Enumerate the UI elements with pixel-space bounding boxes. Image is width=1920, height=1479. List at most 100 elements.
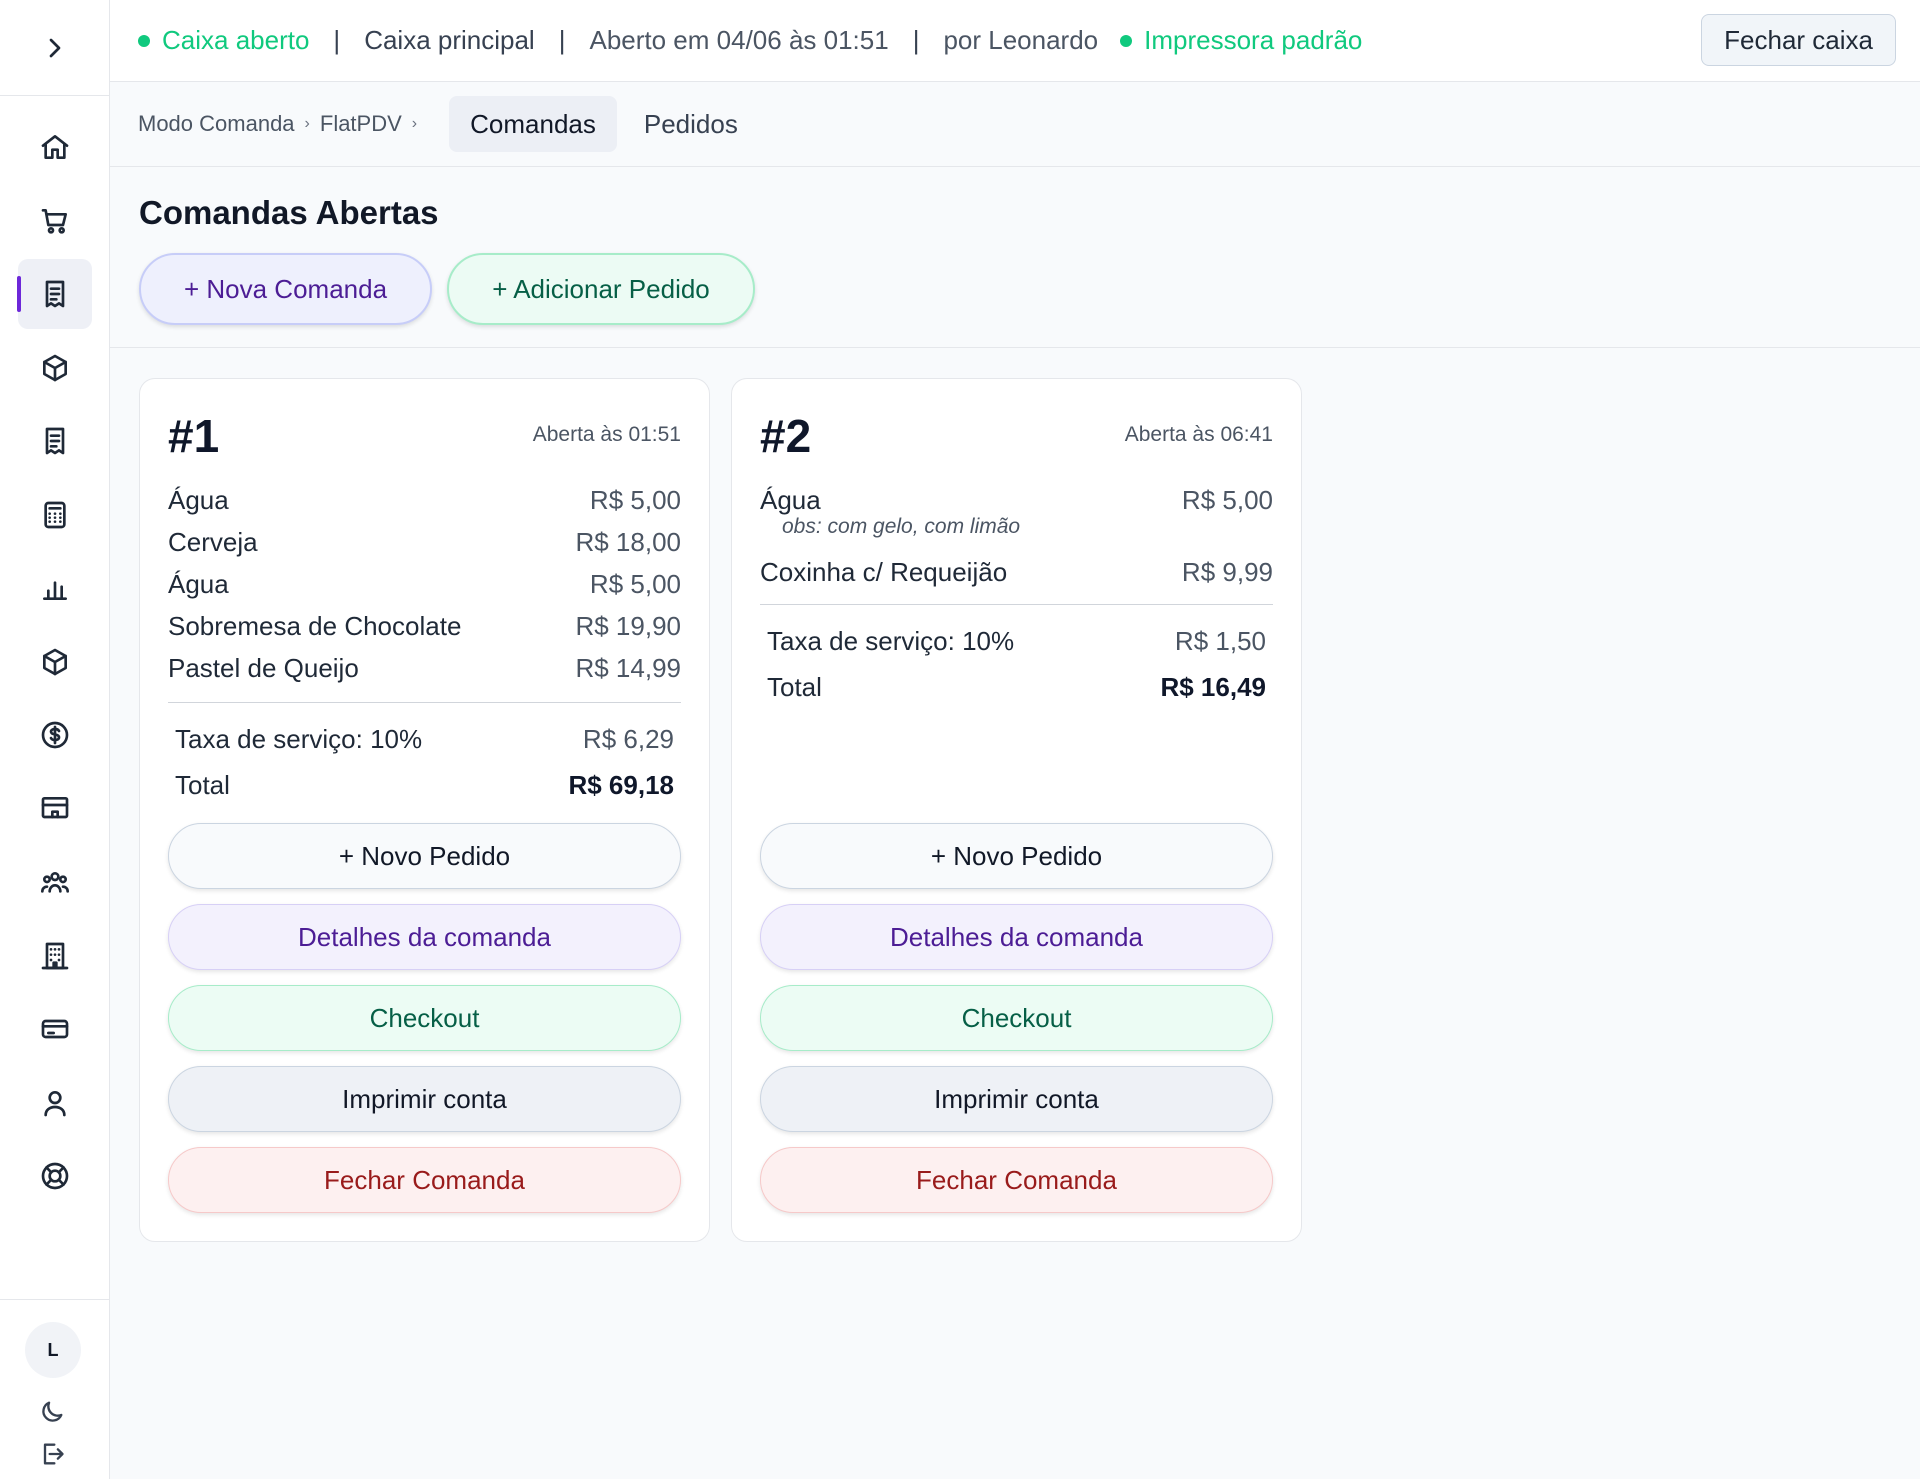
add-order-button[interactable]: + Adicionar Pedido bbox=[447, 253, 755, 325]
item-price: R$ 5,00 bbox=[589, 568, 681, 599]
list-item: Água R$ 5,00 bbox=[168, 479, 681, 521]
cash-status-bar: Caixa aberto | Caixa principal | Aberto … bbox=[110, 0, 1920, 82]
cash-status: Caixa aberto bbox=[138, 25, 309, 56]
page-title: Comandas Abertas bbox=[139, 194, 439, 231]
service-fee-row: Taxa de serviço: 10% R$ 1,50 bbox=[767, 626, 1266, 657]
print-bill-button[interactable]: Imprimir conta bbox=[168, 1066, 681, 1132]
store-icon bbox=[41, 796, 68, 818]
box-icon bbox=[42, 648, 67, 675]
order-tab-number: #1 bbox=[168, 410, 220, 462]
item-name: Água bbox=[760, 484, 821, 515]
logout-button[interactable] bbox=[38, 1440, 66, 1468]
lifebuoy-icon bbox=[41, 1162, 68, 1190]
tab-pedidos[interactable]: Pedidos bbox=[623, 96, 759, 152]
sidebar-item-comandas[interactable] bbox=[16, 259, 92, 329]
dollar-circle-icon bbox=[41, 721, 68, 749]
printer-status-label: Impressora padrão bbox=[1144, 25, 1363, 55]
total-value: R$ 16,49 bbox=[1160, 672, 1266, 702]
service-fee-row: Taxa de serviço: 10% R$ 6,29 bbox=[175, 724, 674, 755]
sidebar-item-company[interactable] bbox=[18, 921, 92, 991]
sidebar-footer: L bbox=[0, 1299, 109, 1479]
item-name: Coxinha c/ Requeijão bbox=[760, 556, 1008, 587]
tab-comandas[interactable]: Comandas bbox=[449, 96, 617, 152]
opened-at: Aberto em 04/06 às 01:51 bbox=[589, 25, 889, 55]
sidebar-item-finance[interactable] bbox=[18, 700, 92, 770]
total-value: R$ 69,18 bbox=[568, 770, 674, 800]
order-tab-card: #1 Aberta às 01:51 Água R$ 5,00 Cerveja … bbox=[139, 378, 710, 1242]
avatar[interactable]: L bbox=[25, 1322, 81, 1378]
sidebar-item-calculator[interactable] bbox=[18, 480, 92, 550]
separator: | bbox=[333, 25, 341, 55]
breadcrumb: Modo Comanda › FlatPDV › bbox=[138, 111, 427, 137]
new-item-button[interactable]: + Novo Pedido bbox=[168, 823, 681, 889]
checkout-button[interactable]: Checkout bbox=[168, 985, 681, 1051]
order-items-list: Água R$ 5,00 Cerveja R$ 18,00 Água R$ 5,… bbox=[168, 479, 681, 689]
sidebar-nav bbox=[0, 110, 109, 1211]
item-note: obs: com gelo, com limão bbox=[782, 515, 1021, 538]
order-tab-details-button[interactable]: Detalhes da comanda bbox=[760, 904, 1273, 970]
item-name: Cerveja bbox=[168, 526, 258, 557]
calculator-icon bbox=[43, 501, 66, 528]
separator: | bbox=[558, 25, 566, 55]
page-header: Comandas Abertas + Nova Comanda + Adicio… bbox=[110, 168, 1920, 348]
sidebar-item-support[interactable] bbox=[18, 1141, 92, 1211]
sidebar-item-profile[interactable] bbox=[18, 1068, 92, 1138]
separator: | bbox=[912, 25, 920, 55]
users-icon bbox=[40, 872, 69, 893]
breadcrumb-item[interactable]: Modo Comanda bbox=[138, 111, 295, 137]
new-order-tab-button[interactable]: + Nova Comanda bbox=[139, 253, 432, 325]
sidebar-item-cart[interactable] bbox=[18, 186, 92, 256]
order-items-list: Água R$ 5,00 obs: com gelo, com limão Co… bbox=[760, 479, 1273, 593]
sidebar-item-products[interactable] bbox=[18, 333, 92, 403]
sidebar-item-payments[interactable] bbox=[18, 994, 92, 1064]
close-cash-button[interactable]: Fechar caixa bbox=[1701, 14, 1896, 66]
item-name: Água bbox=[168, 484, 229, 515]
breadcrumb-item[interactable]: FlatPDV bbox=[320, 111, 402, 137]
receipt-icon bbox=[45, 280, 64, 308]
sidebar-item-inventory[interactable] bbox=[18, 627, 92, 697]
breadcrumb-separator: › bbox=[411, 115, 418, 132]
building-icon bbox=[41, 942, 68, 969]
divider bbox=[168, 702, 681, 703]
total-row: Total R$ 16,49 bbox=[767, 672, 1266, 703]
item-price: R$ 9,99 bbox=[1181, 556, 1273, 587]
status-dot-icon bbox=[138, 34, 150, 47]
chevron-right-icon bbox=[49, 38, 60, 57]
checkout-button[interactable]: Checkout bbox=[760, 985, 1273, 1051]
list-item: Pastel de Queijo R$ 14,99 bbox=[168, 647, 681, 689]
status-dot-icon bbox=[1120, 34, 1133, 47]
item-name: Água bbox=[168, 568, 229, 599]
breadcrumb-separator: › bbox=[304, 115, 310, 132]
cart-icon bbox=[41, 208, 67, 234]
list-item: Coxinha c/ Requeijão R$ 9,99 bbox=[760, 551, 1273, 593]
close-order-tab-button[interactable]: Fechar Comanda bbox=[760, 1147, 1273, 1213]
bar-chart-icon bbox=[42, 581, 67, 600]
printer-status[interactable]: Impressora padrão bbox=[1120, 25, 1362, 56]
total-row: Total R$ 69,18 bbox=[175, 770, 674, 801]
card-icon bbox=[41, 1019, 68, 1039]
sidebar-item-orders[interactable] bbox=[18, 406, 92, 476]
item-name: Pastel de Queijo bbox=[168, 652, 359, 683]
service-fee-value: R$ 6,29 bbox=[582, 724, 674, 754]
total-label: Total bbox=[767, 672, 822, 702]
item-price: R$ 14,99 bbox=[575, 652, 681, 683]
home-icon bbox=[41, 135, 68, 159]
sidebar-item-home[interactable] bbox=[18, 112, 92, 182]
list-item: Cerveja R$ 18,00 bbox=[168, 521, 681, 563]
sub-header: Modo Comanda › FlatPDV › Comandas Pedido… bbox=[110, 82, 1920, 167]
order-tab-details-button[interactable]: Detalhes da comanda bbox=[168, 904, 681, 970]
sidebar-item-store[interactable] bbox=[18, 774, 92, 844]
sidebar-item-reports[interactable] bbox=[18, 553, 92, 623]
item-price: R$ 18,00 bbox=[575, 526, 681, 557]
expand-sidebar-button[interactable] bbox=[27, 20, 83, 76]
list-item: Água R$ 5,00 bbox=[168, 563, 681, 605]
item-price: R$ 19,90 bbox=[575, 610, 681, 641]
item-price: R$ 5,00 bbox=[1181, 484, 1273, 515]
close-order-tab-button[interactable]: Fechar Comanda bbox=[168, 1147, 681, 1213]
theme-toggle-button[interactable] bbox=[38, 1398, 66, 1426]
order-tab-number: #2 bbox=[760, 410, 812, 462]
sidebar-item-customers[interactable] bbox=[18, 847, 92, 917]
user-icon bbox=[43, 1090, 66, 1116]
new-item-button[interactable]: + Novo Pedido bbox=[760, 823, 1273, 889]
print-bill-button[interactable]: Imprimir conta bbox=[760, 1066, 1273, 1132]
